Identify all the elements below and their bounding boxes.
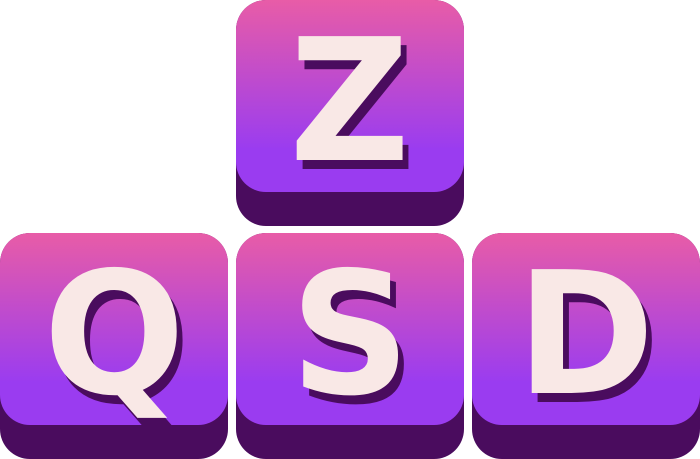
- key-s-face: S: [236, 233, 464, 425]
- key-d-label: D: [516, 236, 656, 434]
- key-q-label: Q: [43, 236, 185, 434]
- key-s: S: [236, 233, 464, 459]
- key-z: Z: [236, 0, 464, 226]
- keycap-cluster: Z Q S D: [0, 0, 700, 459]
- key-d-face: D: [472, 233, 700, 425]
- key-z-face: Z: [236, 0, 464, 192]
- key-s-label: S: [290, 236, 410, 434]
- key-q: Q: [0, 233, 228, 459]
- key-z-label: Z: [289, 3, 411, 201]
- key-q-face: Q: [0, 233, 228, 425]
- key-d: D: [472, 233, 700, 459]
